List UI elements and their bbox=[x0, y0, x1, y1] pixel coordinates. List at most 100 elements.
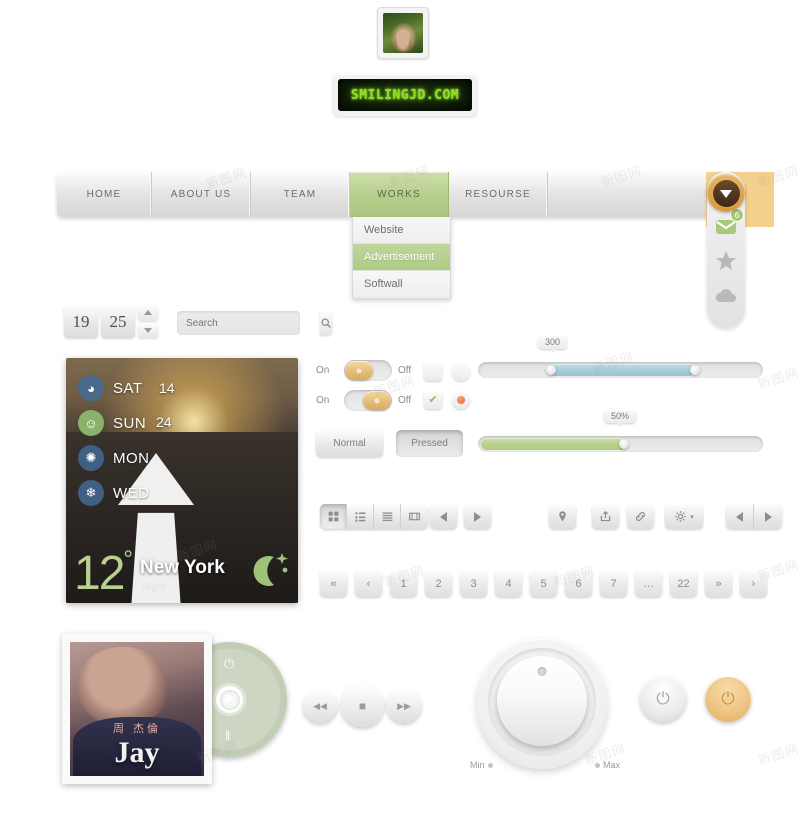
power-button-on[interactable]: ⏻ bbox=[705, 676, 751, 722]
nav-item-resourse[interactable]: RESOURSE bbox=[449, 172, 548, 217]
pair-prev-button[interactable] bbox=[726, 504, 754, 529]
radio-dot-icon bbox=[457, 396, 465, 404]
view-mode-toolbar[interactable] bbox=[320, 504, 428, 529]
radio-unselected[interactable] bbox=[452, 363, 470, 381]
pagination[interactable]: « ‹ 1 2 3 4 5 6 7 … 22 » › bbox=[320, 570, 767, 597]
toggle-switch-on[interactable] bbox=[344, 360, 392, 381]
location-pin-icon bbox=[559, 511, 566, 522]
knob-face[interactable] bbox=[497, 656, 587, 746]
profile-avatar-frame bbox=[377, 7, 429, 59]
pagination-page-1[interactable]: 1 bbox=[390, 570, 417, 597]
chevron-down-icon: ▾ bbox=[690, 513, 694, 521]
pagination-page-6[interactable]: 6 bbox=[565, 570, 592, 597]
mail-icon[interactable]: 6 bbox=[714, 208, 744, 238]
share-button[interactable] bbox=[592, 504, 619, 529]
search-box[interactable] bbox=[177, 311, 332, 335]
number-stepper[interactable]: 19 25 bbox=[64, 305, 158, 338]
dropdown-item-softwall[interactable]: Softwall bbox=[353, 271, 450, 298]
stepper-arrow-pair[interactable] bbox=[726, 504, 782, 529]
progress-slider-track[interactable] bbox=[478, 436, 763, 452]
progress-slider-handle[interactable] bbox=[619, 439, 630, 449]
progress-slider[interactable]: 50% bbox=[478, 409, 763, 452]
stepper-decrement-button[interactable] bbox=[138, 322, 158, 338]
triangle-left-icon bbox=[440, 511, 447, 522]
power-icon: ⏻ bbox=[721, 689, 735, 708]
filmstrip-view-icon[interactable] bbox=[401, 504, 428, 529]
pressed-button[interactable]: Pressed bbox=[396, 430, 463, 457]
weather-widget[interactable]: ◕ SAT 14 ☺ SUN 24 ✺ MON ❄ WED 12° New Yo… bbox=[66, 358, 298, 603]
forecast-day: SAT bbox=[113, 379, 143, 397]
radio-selected[interactable] bbox=[452, 391, 470, 409]
grid-view-icon[interactable] bbox=[320, 504, 347, 529]
forecast-day: WED bbox=[113, 484, 150, 502]
toggle-knob bbox=[363, 391, 391, 410]
pagination-page-4[interactable]: 4 bbox=[495, 570, 522, 597]
check-icon: ✔ bbox=[428, 393, 438, 406]
pagination-page-22[interactable]: 22 bbox=[670, 570, 697, 597]
next-arrow-button[interactable] bbox=[464, 504, 491, 529]
list-view-icon[interactable] bbox=[347, 504, 374, 529]
normal-button[interactable]: Normal bbox=[316, 430, 383, 457]
rewind-button[interactable]: ◀◀ bbox=[303, 689, 337, 723]
stop-icon: ■ bbox=[358, 698, 367, 713]
pagination-next[interactable]: › bbox=[740, 570, 767, 597]
range-slider-fill bbox=[549, 364, 695, 376]
stepper-increment-button[interactable] bbox=[138, 305, 158, 321]
pause-icon[interactable]: ‖ bbox=[225, 728, 230, 743]
pagination-page-3[interactable]: 3 bbox=[460, 570, 487, 597]
pagination-next-double[interactable]: » bbox=[705, 570, 732, 597]
main-navigation[interactable]: HOME ABOUT US TEAM WORKS RESOURSE bbox=[57, 172, 742, 217]
share-icon bbox=[600, 511, 611, 522]
toggle-switch-off[interactable] bbox=[344, 390, 392, 411]
search-button[interactable] bbox=[320, 311, 332, 335]
forecast-temp-sun: 24 bbox=[156, 414, 172, 430]
nav-item-team[interactable]: TEAM bbox=[251, 172, 350, 217]
location-button[interactable] bbox=[549, 504, 576, 529]
knob-ring bbox=[488, 648, 596, 756]
checkbox-unchecked[interactable] bbox=[424, 363, 442, 381]
volume-knob[interactable] bbox=[477, 639, 607, 769]
works-dropdown-menu[interactable]: Website Advertisement Softwall bbox=[352, 217, 451, 299]
play-icon[interactable]: ▶ bbox=[225, 690, 235, 706]
toggle-on-label: On bbox=[316, 395, 330, 406]
forecast-day: SUN bbox=[113, 414, 147, 432]
nav-item-works[interactable]: WORKS bbox=[350, 172, 449, 217]
stop-button[interactable]: ■ bbox=[341, 684, 384, 727]
power-icon[interactable]: ⏻ bbox=[224, 656, 234, 672]
star-icon[interactable] bbox=[714, 249, 738, 273]
search-input[interactable] bbox=[177, 311, 320, 335]
user-avatar[interactable] bbox=[707, 174, 745, 212]
chevron-up-icon bbox=[144, 310, 152, 316]
pair-next-button[interactable] bbox=[754, 504, 782, 529]
pagination-page-2[interactable]: 2 bbox=[425, 570, 452, 597]
dropdown-item-website[interactable]: Website bbox=[353, 217, 450, 244]
pagination-ellipsis[interactable]: … bbox=[635, 570, 662, 597]
dropdown-item-label: Softwall bbox=[364, 278, 403, 290]
power-button-off[interactable]: ⏻ bbox=[640, 676, 686, 722]
knob-max-label: Max bbox=[595, 760, 620, 770]
moon-stars-icon bbox=[253, 553, 288, 586]
nav-item-label: RESOURSE bbox=[465, 189, 531, 200]
range-slider-track[interactable] bbox=[478, 362, 763, 378]
range-slider-handle-max[interactable] bbox=[690, 365, 701, 375]
link-button[interactable] bbox=[627, 504, 654, 529]
range-slider[interactable]: 300 bbox=[478, 335, 763, 378]
dropdown-item-label: Website bbox=[364, 224, 404, 236]
pagination-page-5[interactable]: 5 bbox=[530, 570, 557, 597]
snow-icon: ✺ bbox=[78, 445, 104, 471]
pagination-page-7[interactable]: 7 bbox=[600, 570, 627, 597]
prev-arrow-button[interactable] bbox=[430, 504, 457, 529]
forecast-day: MON bbox=[113, 449, 150, 467]
detail-view-icon[interactable] bbox=[374, 504, 401, 529]
nav-item-home[interactable]: HOME bbox=[57, 172, 152, 217]
pagination-prev[interactable]: ‹ bbox=[355, 570, 382, 597]
settings-button[interactable]: ▾ bbox=[665, 504, 703, 529]
dropdown-item-advertisement[interactable]: Advertisement bbox=[353, 244, 450, 271]
forward-button[interactable]: ▶▶ bbox=[387, 689, 421, 723]
nav-item-about-us[interactable]: ABOUT US bbox=[152, 172, 251, 217]
cloud-icon[interactable] bbox=[714, 284, 738, 308]
current-temperature: 12° bbox=[74, 546, 133, 600]
checkbox-checked[interactable]: ✔ bbox=[424, 391, 442, 409]
pagination-first[interactable]: « bbox=[320, 570, 347, 597]
chevron-down-icon bbox=[144, 327, 152, 333]
